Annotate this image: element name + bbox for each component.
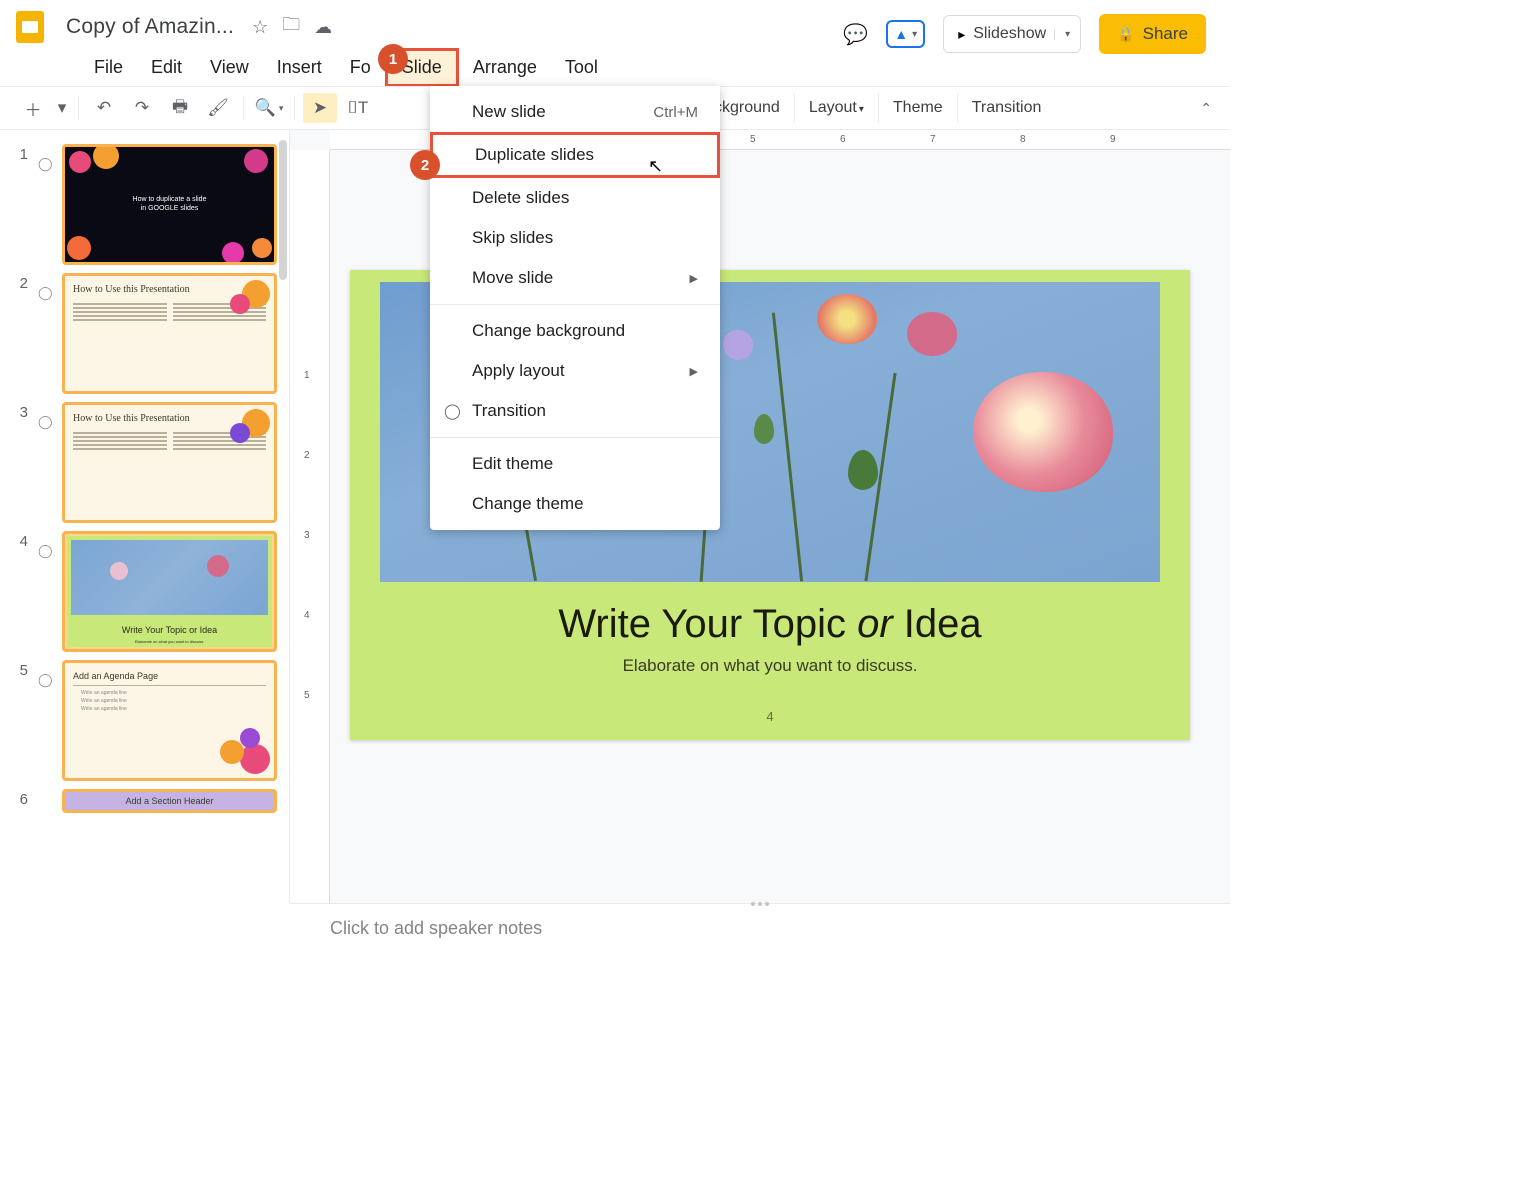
new-slide-dropdown[interactable]: ▾ [54, 93, 70, 123]
menu-view[interactable]: View [196, 51, 263, 84]
move-folder-icon[interactable]: 🗀 [282, 12, 300, 42]
thumb-title: Add a Section Header [125, 796, 213, 806]
annotation-badge-1: 1 [378, 44, 408, 74]
print-button[interactable]: 🖶 [163, 93, 197, 123]
thumb-title: Write Your Topic or Idea [122, 625, 217, 635]
menu-duplicate-slides[interactable]: Duplicate slides [430, 132, 720, 178]
menu-edit-theme[interactable]: Edit theme [430, 444, 720, 484]
annotation-badge-2: 2 [410, 150, 440, 180]
transition-indicator-icon: ◯ [38, 672, 52, 781]
slide-number: 2 [10, 273, 28, 394]
shortcut-label: Ctrl+M [653, 104, 698, 121]
slide-panel: 1 ◯ How to duplicate a slide in GOOGLE sl… [0, 130, 290, 903]
theme-button[interactable]: Theme [879, 93, 958, 123]
present-up-icon: ▲ [894, 26, 908, 42]
thumb-title: Add an Agenda Page [73, 671, 158, 681]
layout-button[interactable]: Layout▾ [795, 93, 879, 123]
transition-icon: ◯ [444, 402, 461, 420]
menu-new-slide[interactable]: New slide Ctrl+M [430, 92, 720, 132]
transition-indicator-icon: ◯ [38, 543, 52, 652]
share-label: Share [1143, 24, 1188, 44]
menu-apply-layout[interactable]: Apply layout▶ [430, 351, 720, 391]
slide-thumbnail-4[interactable]: Write Your Topic or Idea Elaborate on wha… [62, 531, 277, 652]
slide-page-number: 4 [350, 709, 1190, 724]
slide-thumbnail-3[interactable]: How to Use this Presentation [62, 402, 277, 523]
undo-button[interactable]: ↶ [87, 93, 121, 123]
menu-delete-slides[interactable]: Delete slides [430, 178, 720, 218]
select-tool[interactable]: ➤ [303, 93, 337, 123]
present-button[interactable]: ▲ ▾ [886, 20, 925, 48]
slide-thumbnail-5[interactable]: Add an Agenda Page Write an agenda line … [62, 660, 277, 781]
slideshow-button[interactable]: ▸ Slideshow ▾ [943, 15, 1081, 53]
menu-tools[interactable]: Tool [551, 51, 612, 84]
redo-button[interactable]: ↷ [125, 93, 159, 123]
thumb-sub: Elaborate on what you want to discuss. [135, 639, 204, 644]
slide-number: 3 [10, 402, 28, 523]
menu-change-theme[interactable]: Change theme [430, 484, 720, 524]
scrollbar-thumb[interactable] [279, 140, 287, 280]
mouse-cursor-icon: ↖ [648, 156, 663, 177]
transition-indicator-icon: ◯ [38, 156, 52, 265]
ruler-vertical: 1 2 3 4 5 [290, 150, 330, 903]
menu-skip-slides[interactable]: Skip slides [430, 218, 720, 258]
present-dropdown-icon: ▾ [912, 29, 917, 40]
thumb-line: Write an agenda line [81, 698, 266, 704]
slide-title[interactable]: Write Your Topic or Idea [350, 600, 1190, 647]
slide-number: 4 [10, 531, 28, 652]
slide-menu-dropdown: New slide Ctrl+M Duplicate slides Delete… [430, 86, 720, 530]
slides-logo[interactable] [10, 7, 50, 47]
thumb-text: How to duplicate a slide [133, 196, 207, 203]
slide-thumbnail-1[interactable]: How to duplicate a slide in GOOGLE slides [62, 144, 277, 265]
transition-indicator-icon: ◯ [38, 285, 52, 394]
slide-number: 1 [10, 144, 28, 265]
menu-arrange[interactable]: Arrange [459, 51, 551, 84]
collapse-toolbar-icon[interactable]: ⌃ [1200, 100, 1212, 117]
transition-button[interactable]: Transition [958, 93, 1056, 123]
slideshow-dropdown-icon[interactable]: ▾ [1054, 29, 1070, 40]
speaker-notes[interactable]: Click to add speaker notes [290, 903, 1230, 953]
star-icon[interactable]: ☆ [252, 17, 268, 38]
thumb-line: Write an agenda line [81, 690, 266, 696]
menu-insert[interactable]: Insert [263, 51, 336, 84]
slide-thumbnail-2[interactable]: How to Use this Presentation [62, 273, 277, 394]
menu-change-background[interactable]: Change background [430, 311, 720, 351]
new-slide-button[interactable]: ＋ [16, 93, 50, 123]
transition-indicator-icon [38, 801, 52, 813]
submenu-arrow-icon: ▶ [690, 365, 698, 378]
slide-number: 6 [10, 789, 28, 813]
share-button[interactable]: 🔒 Share [1099, 14, 1206, 54]
lock-icon: 🔒 [1117, 26, 1134, 43]
menu-separator [430, 437, 720, 438]
menu-separator [430, 304, 720, 305]
menu-file[interactable]: File [80, 51, 137, 84]
paint-format-button[interactable]: 🖌 [201, 93, 235, 123]
document-title[interactable]: Copy of Amazin... [66, 15, 234, 39]
menu-move-slide[interactable]: Move slide▶ [430, 258, 720, 298]
comments-icon[interactable]: 💬 [843, 22, 868, 47]
slide-subtitle[interactable]: Elaborate on what you want to discuss. [350, 656, 1190, 676]
resize-handle-icon[interactable] [751, 902, 769, 906]
textbox-tool[interactable]: ⌷T [341, 93, 375, 123]
play-icon: ▸ [958, 26, 965, 43]
submenu-arrow-icon: ▶ [690, 272, 698, 285]
thumb-line: Write an agenda line [81, 706, 266, 712]
slide-thumbnail-6[interactable]: Add a Section Header [62, 789, 277, 813]
notes-placeholder: Click to add speaker notes [330, 918, 542, 939]
thumb-text: in GOOGLE slides [141, 205, 199, 212]
menu-transition[interactable]: ◯Transition [430, 391, 720, 431]
cloud-status-icon: ☁ [314, 17, 332, 38]
transition-indicator-icon: ◯ [38, 414, 52, 523]
menu-edit[interactable]: Edit [137, 51, 196, 84]
slide-number: 5 [10, 660, 28, 781]
slideshow-label: Slideshow [973, 25, 1046, 43]
zoom-button[interactable]: 🔍 [252, 93, 286, 123]
